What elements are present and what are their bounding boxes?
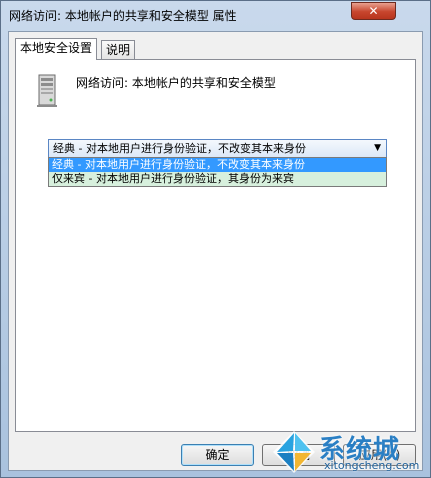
option-classic[interactable]: 经典 - 对本地用户进行身份验证，不改变其本来身份 (49, 158, 386, 172)
tab-explain[interactable]: 说明 (101, 40, 136, 60)
tab-local-security-setting[interactable]: 本地安全设置 (15, 38, 98, 60)
close-button[interactable]: ✕ (351, 2, 396, 20)
policy-title: 网络访问: 本地帐户的共享和安全模型 (76, 76, 276, 90)
title-bar[interactable]: 网络访问: 本地帐户的共享和安全模型 属性 ✕ (1, 1, 430, 31)
watermark-url: xitongcheng.com (324, 459, 420, 472)
dropdown-list: 经典 - 对本地用户进行身份验证，不改变其本来身份 仅来宾 - 对本地用户进行身… (48, 157, 387, 187)
close-icon: ✕ (368, 4, 379, 18)
chevron-down-icon[interactable]: ▼ (374, 142, 381, 155)
windows-logo-icon (273, 431, 315, 473)
properties-dialog: 网络访问: 本地帐户的共享和安全模型 属性 ✕ 本地安全设置 说明 网络访问: … (0, 0, 431, 478)
window-title: 网络访问: 本地帐户的共享和安全模型 属性 (9, 9, 237, 23)
option-guest-only[interactable]: 仅来宾 - 对本地用户进行身份验证，其身份为来宾 (49, 172, 386, 186)
watermark-logo: 系统城 xitongcheng.com (269, 429, 429, 475)
server-icon (37, 74, 57, 107)
ok-button[interactable]: 确定 (181, 444, 254, 466)
tab-panel: 网络访问: 本地帐户的共享和安全模型 经典 - 对本地用户进行身份验证，不改变其… (15, 59, 416, 432)
select-value: 经典 - 对本地用户进行身份验证，不改变其本来身份 (53, 142, 306, 155)
dialog-body: 本地安全设置 说明 网络访问: 本地帐户的共享和安全模型 经典 - 对本地用户进… (8, 31, 423, 471)
security-model-select[interactable]: 经典 - 对本地用户进行身份验证，不改变其本来身份 ▼ (48, 139, 387, 158)
